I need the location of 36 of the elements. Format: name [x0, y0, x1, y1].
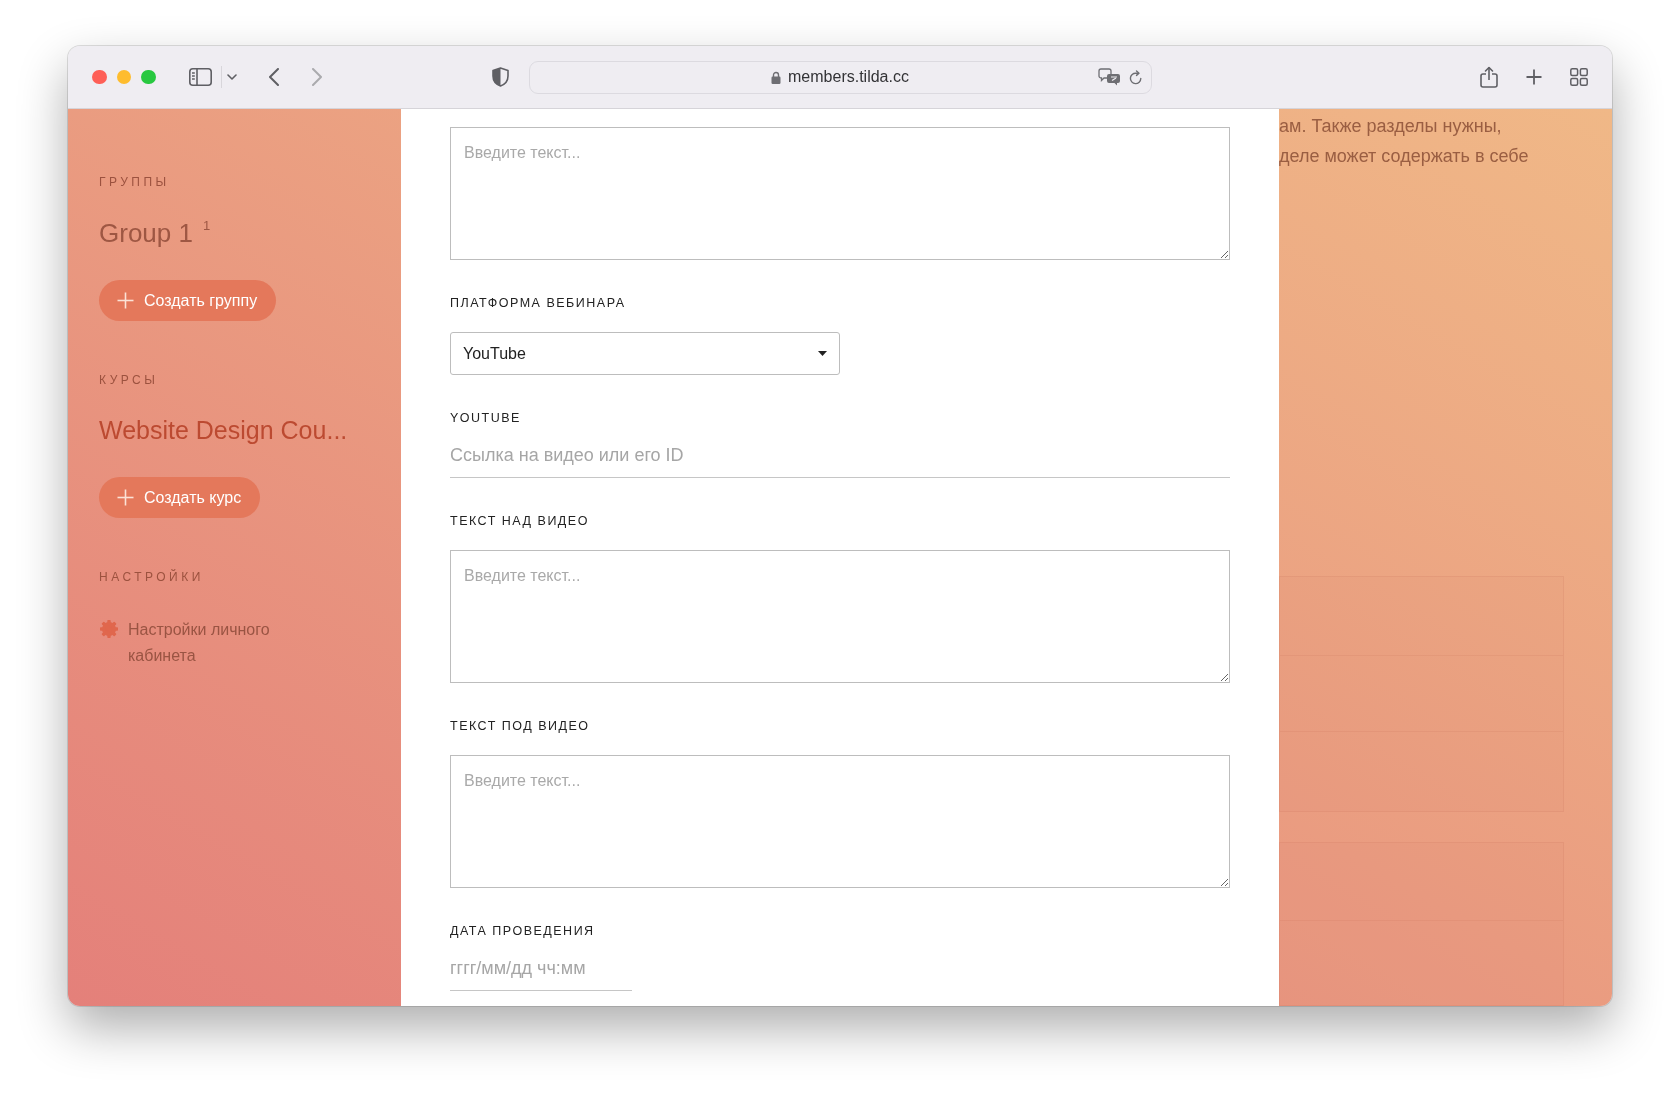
create-course-button[interactable]: Создать курс [99, 477, 261, 518]
background-text: деле может содержать в себе [1279, 144, 1530, 168]
shield-icon[interactable] [491, 67, 509, 87]
plus-icon[interactable] [1525, 69, 1542, 85]
gear-icon [100, 620, 118, 638]
member-count: 1 [202, 219, 211, 233]
plus-icon [117, 292, 134, 309]
platform-dropdown[interactable]: YouTube [450, 332, 840, 375]
text-area[interactable]: Введите текст... [450, 755, 1230, 888]
sidebar-icon[interactable] [188, 68, 212, 86]
plus-icon [117, 489, 134, 506]
field-label: ДАТА ПРОВЕДЕНИЯ [450, 923, 596, 939]
group-name[interactable]: Group 1 [99, 218, 193, 248]
reload-icon[interactable] [1128, 69, 1143, 85]
speech-bubbles-icon[interactable] [1097, 68, 1121, 86]
text-area[interactable]: Введите текст... [450, 127, 1230, 260]
field-label: ТЕКСТ НАД ВИДЕО [450, 513, 590, 529]
section-heading: НАСТРОЙКИ [99, 569, 204, 585]
background-text: ам. Также разделы нужны, [1279, 115, 1503, 138]
course-name[interactable]: Website Design Cou... [99, 415, 348, 445]
section-heading: ГРУППЫ [99, 174, 170, 190]
grid-icon[interactable] [1569, 68, 1588, 86]
text-area[interactable]: Введите текст... [450, 550, 1230, 683]
create-group-button[interactable]: Создать группу [99, 280, 277, 321]
field-label: ПЛАТФОРМА ВЕБИНАРА [450, 295, 627, 311]
section-heading: КУРСЫ [99, 372, 159, 388]
back-icon[interactable] [267, 68, 279, 86]
field-label: ТЕКСТ ПОД ВИДЕО [450, 718, 591, 734]
field-label: YOUTUBE [450, 410, 522, 426]
lock-icon [771, 70, 782, 84]
chevron-down-icon[interactable] [226, 74, 237, 80]
settings-link[interactable]: Настройки личного кабинета [128, 617, 298, 668]
address-bar[interactable]: members.tilda.cc [528, 60, 1152, 94]
caret-icon [818, 351, 827, 356]
close-window-icon[interactable] [92, 69, 107, 85]
share-icon[interactable] [1479, 66, 1498, 88]
